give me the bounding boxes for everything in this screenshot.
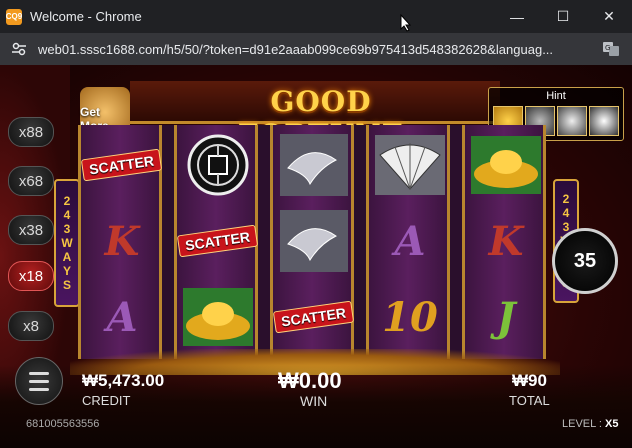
multiplier-x68: x68	[8, 166, 54, 196]
reel-4: A 10	[366, 125, 450, 359]
credit-value: ₩5,473.00	[82, 371, 165, 390]
multiplier-x18-active: x18	[8, 261, 54, 291]
url-field[interactable]: web01.sssc1688.com/h5/50/?token=d91e2aaa…	[38, 42, 593, 57]
translate-icon[interactable]: G	[602, 40, 620, 58]
hint-coin-icon	[589, 106, 619, 136]
fan-icon	[375, 135, 445, 195]
mouse-cursor-icon	[400, 14, 412, 32]
gold-ingot-icon	[183, 288, 253, 346]
symbol-10: 10	[382, 293, 438, 341]
total-bet-label: TOTAL	[509, 393, 550, 408]
player-id: 681005563556	[26, 418, 100, 430]
koi-fish-symbol	[275, 205, 353, 277]
koi-fish-icon	[280, 210, 348, 272]
reel-3: SCATTER	[270, 125, 355, 359]
reel-1: SCATTER K A	[78, 125, 163, 359]
site-info-icon[interactable]	[10, 40, 28, 58]
maximize-button[interactable]: ☐	[540, 0, 586, 33]
menu-icon	[29, 371, 49, 375]
gold-ingot-symbol	[467, 129, 545, 201]
reel-grid: SCATTER K A SCATTER SCATTER A 10 K J	[78, 125, 546, 359]
level-value: X5	[605, 418, 619, 430]
symbol-a: A	[394, 217, 426, 265]
minimize-button[interactable]: —	[494, 0, 540, 33]
scatter-symbol: SCATTER	[177, 205, 259, 277]
win-label: WIN	[300, 393, 328, 409]
window-titlebar: CQ9 Welcome - Chrome — ☐ ✕	[0, 0, 632, 33]
level-label: LEVEL :	[562, 418, 602, 430]
koi-fish-symbol	[275, 129, 353, 201]
multiplier-x88: x88	[8, 117, 54, 147]
spin-button[interactable]: 35	[552, 228, 618, 294]
window-title: Welcome - Chrome	[30, 9, 142, 24]
game-canvas: x88 x68 x38 x18 x8 243 WAYS 243 WAYS GOO…	[0, 65, 632, 448]
multiplier-x8: x8	[8, 311, 54, 341]
credit-label: CREDIT	[82, 393, 131, 408]
win-value: ₩0.00	[278, 368, 342, 393]
hint-label: Hint	[546, 90, 566, 102]
symbol-k: K	[104, 217, 140, 265]
symbol-k: K	[488, 217, 524, 265]
svg-text:G: G	[605, 44, 610, 52]
menu-button[interactable]	[15, 357, 63, 405]
total-bet-value[interactable]: ₩90	[512, 371, 547, 391]
level-indicator: LEVEL : X5	[562, 418, 618, 430]
gold-ingot-symbol	[179, 281, 257, 353]
gold-ingot-icon	[471, 136, 541, 194]
cq9-favicon-icon: CQ9	[6, 8, 22, 25]
koi-fish-icon	[280, 134, 348, 196]
address-bar: web01.sssc1688.com/h5/50/?token=d91e2aaa…	[0, 33, 632, 65]
fan-symbol	[371, 129, 449, 201]
symbol-a: A	[106, 293, 138, 341]
reel-5: K J	[462, 125, 546, 359]
scatter-symbol: SCATTER	[273, 281, 355, 353]
spin-count: 35	[573, 249, 597, 272]
chinese-coin-symbol	[179, 129, 257, 201]
coin-icon	[187, 134, 249, 196]
hint-fan-icon	[557, 106, 587, 136]
close-button[interactable]: ✕	[586, 0, 632, 33]
scatter-symbol: SCATTER	[81, 129, 163, 201]
reel-2: SCATTER	[174, 125, 259, 359]
symbol-j: J	[496, 293, 516, 341]
ways-243-left: 243 WAYS	[54, 179, 80, 307]
multiplier-x38: x38	[8, 215, 54, 245]
